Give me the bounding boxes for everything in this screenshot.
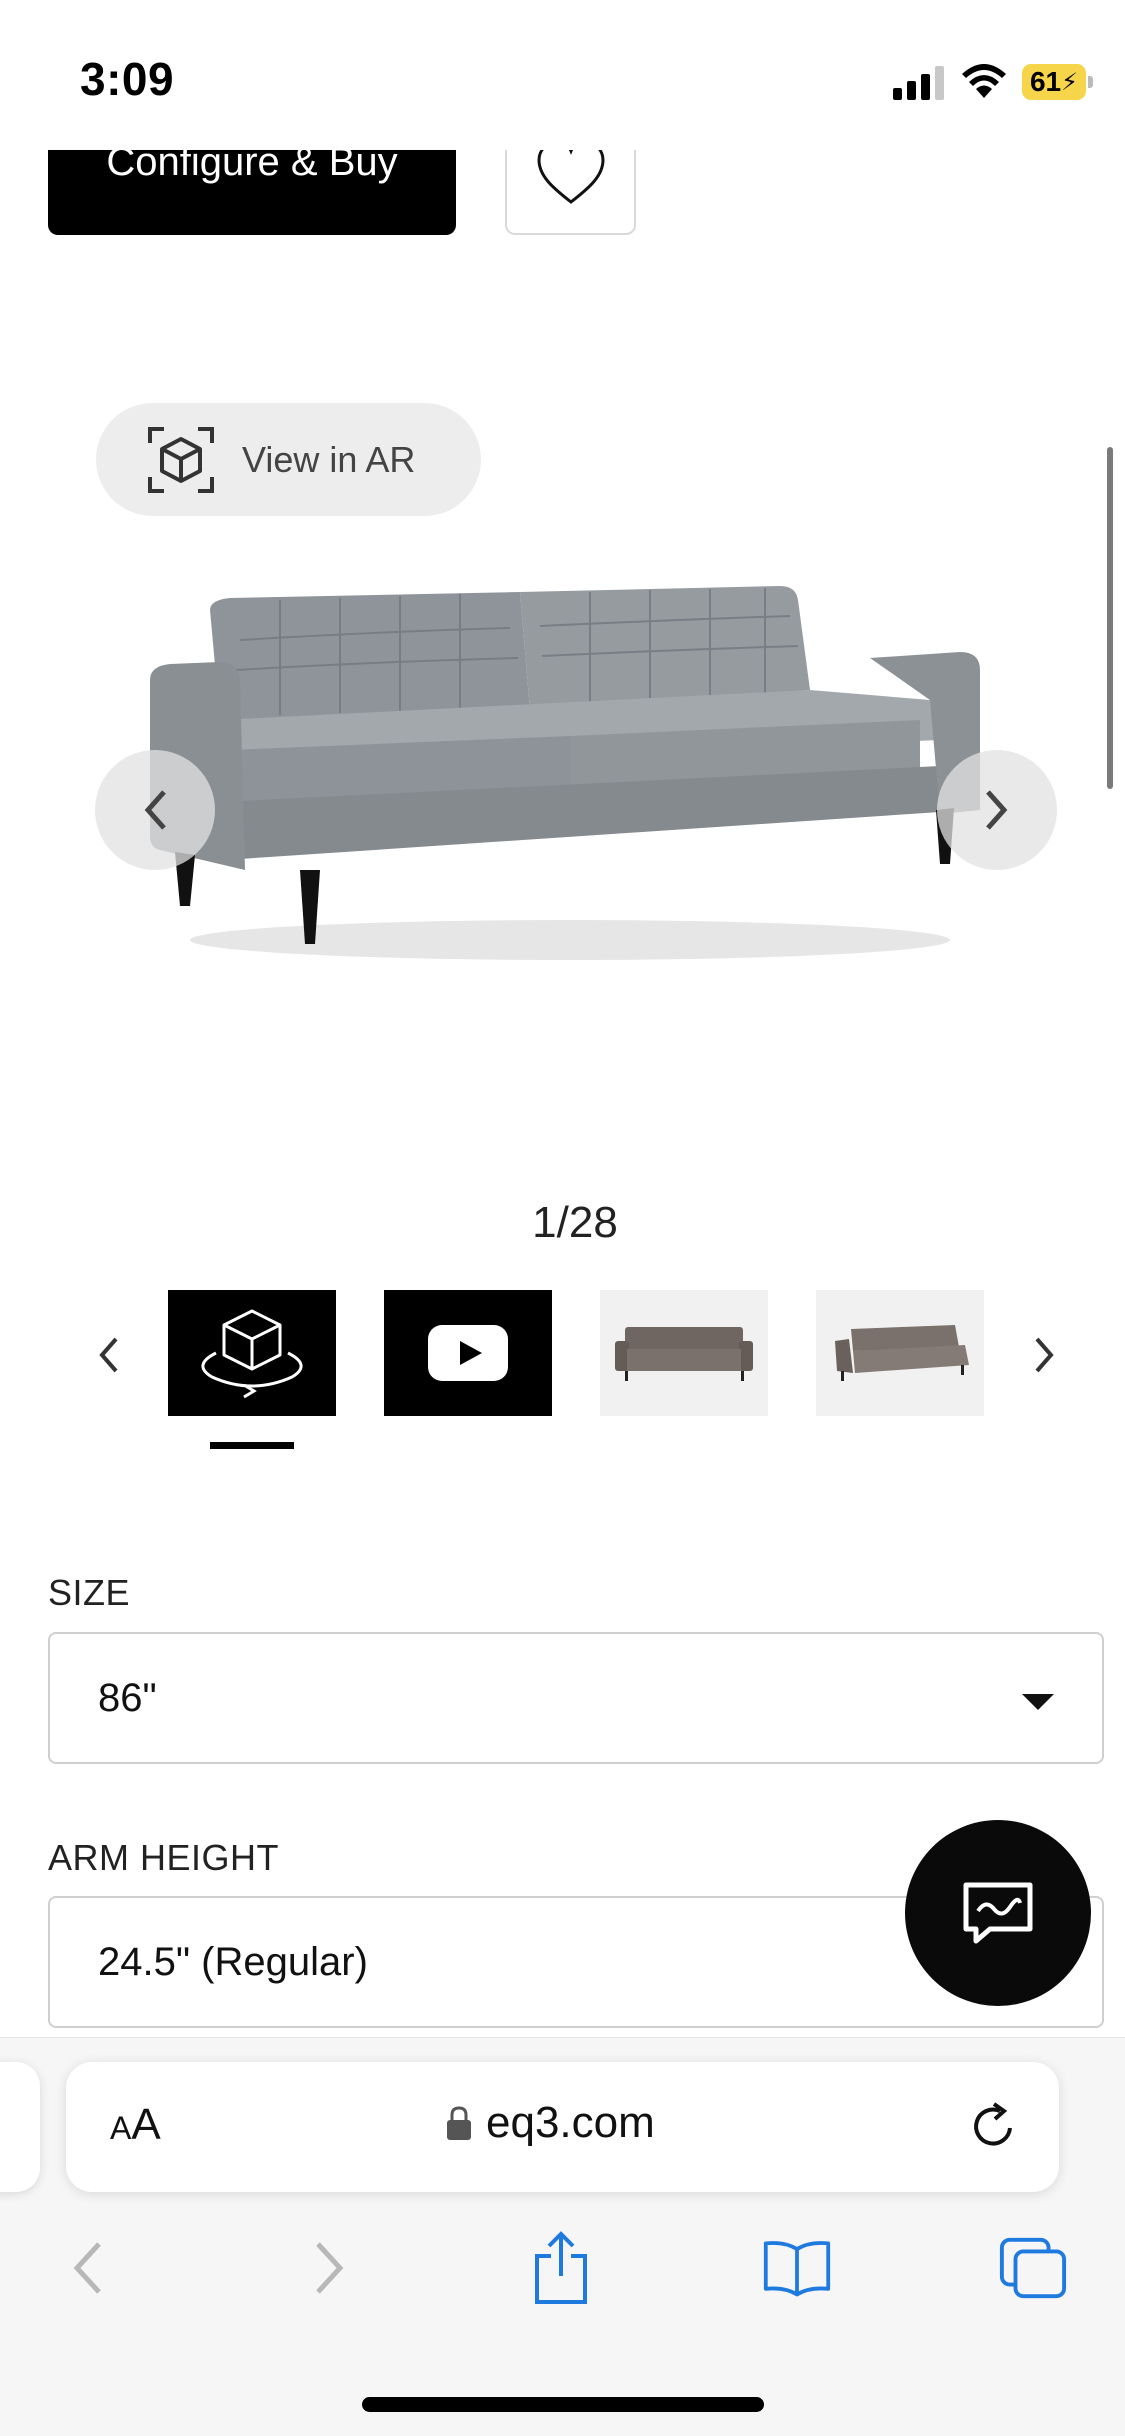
cellular-signal-icon xyxy=(893,66,945,100)
share-icon xyxy=(535,2231,587,2304)
ar-cube-icon xyxy=(148,426,214,493)
view-in-ar-label: View in AR xyxy=(242,438,416,480)
3d-view-icon xyxy=(201,1309,303,1399)
share-button[interactable] xyxy=(526,2231,596,2304)
reader-options-button[interactable]: AA xyxy=(110,2100,161,2150)
play-icon xyxy=(428,1325,508,1381)
bookmarks-icon xyxy=(763,2241,831,2297)
chat-icon xyxy=(963,1882,1033,1944)
size-select[interactable]: 86" xyxy=(48,1632,1104,1764)
thumbs-prev-button[interactable] xyxy=(88,1320,128,1390)
status-bar: 3:09 61 ⚡ xyxy=(0,0,1125,150)
status-time: 3:09 xyxy=(80,53,175,105)
aa-small: A xyxy=(110,2110,132,2146)
thumbs-next-button[interactable] xyxy=(1025,1320,1065,1390)
aa-large: A xyxy=(131,2100,161,2149)
battery-tip xyxy=(1088,76,1093,88)
back-button[interactable] xyxy=(52,2233,122,2303)
battery-indicator: 61 ⚡ xyxy=(1022,64,1086,100)
gallery-prev-button[interactable] xyxy=(95,750,215,870)
forward-icon xyxy=(316,2242,344,2294)
view-in-ar-button[interactable]: View in AR xyxy=(96,403,481,516)
size-label: SIZE xyxy=(48,1572,131,1613)
wifi-icon xyxy=(962,64,1006,98)
chevron-left-icon xyxy=(144,790,166,830)
size-value: 86" xyxy=(98,1675,157,1720)
back-icon xyxy=(73,2242,101,2294)
home-indicator xyxy=(362,2397,764,2412)
url-display[interactable]: eq3.com xyxy=(446,2098,655,2148)
chat-button[interactable] xyxy=(905,1820,1091,2006)
chevron-left-icon xyxy=(99,1337,118,1373)
charging-bolt-icon: ⚡ xyxy=(1061,68,1078,96)
battery-level: 61 xyxy=(1029,66,1062,97)
gallery-counter: 1/28 xyxy=(532,1198,618,1247)
chevron-right-icon xyxy=(986,790,1008,830)
reload-icon[interactable] xyxy=(966,2098,1022,2154)
thumbnail-video[interactable] xyxy=(384,1290,552,1416)
sofa-thumbnail-image xyxy=(835,1325,969,1381)
tabs-button[interactable] xyxy=(998,2233,1068,2303)
url-text: eq3.com xyxy=(486,2098,655,2147)
arm-height-value: 24.5" (Regular) xyxy=(98,1939,368,1984)
tabs-icon xyxy=(999,2237,1067,2299)
address-bar[interactable]: AA eq3.com xyxy=(66,2062,1059,2192)
bookmarks-button[interactable] xyxy=(762,2233,832,2303)
thumbnail-active-indicator xyxy=(210,1442,294,1449)
forward-button[interactable] xyxy=(295,2233,365,2303)
sofa-thumbnail-image xyxy=(615,1327,753,1381)
dropdown-caret-icon xyxy=(1022,1694,1054,1710)
page-scroll-indicator xyxy=(1107,447,1113,789)
thumbnail-sofa-angle[interactable] xyxy=(816,1290,984,1416)
product-sofa-image xyxy=(150,586,980,960)
lock-icon xyxy=(447,2106,471,2140)
thumbnail-3d-view[interactable] xyxy=(168,1290,336,1416)
chevron-right-icon xyxy=(1035,1337,1054,1373)
arm-height-label: ARM HEIGHT xyxy=(48,1837,280,1878)
previous-tab-edge[interactable] xyxy=(0,2062,40,2192)
gallery-next-button[interactable] xyxy=(937,750,1057,870)
thumbnail-sofa-front[interactable] xyxy=(600,1290,768,1416)
